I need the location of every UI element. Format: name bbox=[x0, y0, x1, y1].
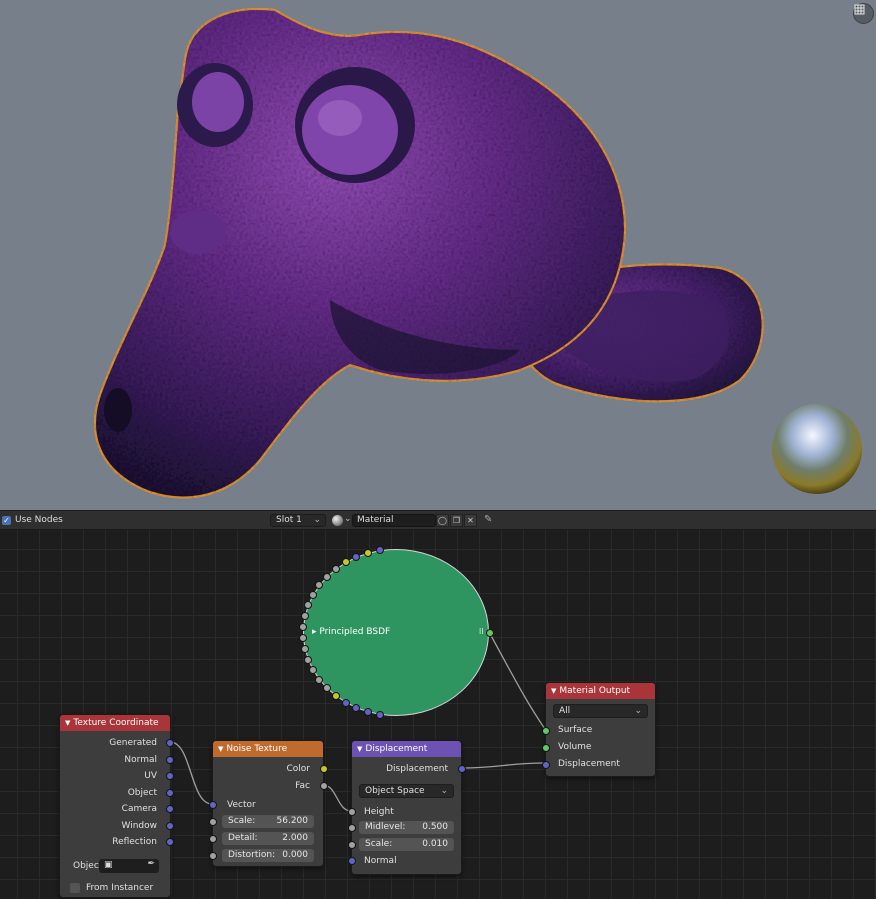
slot-dropdown[interactable]: Slot 1 ⌄ bbox=[270, 514, 326, 527]
socket-fac[interactable] bbox=[320, 782, 328, 790]
bsdf-input-socket[interactable] bbox=[300, 611, 309, 620]
bsdf-input-socket[interactable] bbox=[363, 548, 372, 557]
duplicate-icon[interactable]: ❐ bbox=[450, 514, 463, 527]
texture-coordinate-node[interactable]: ▼ Texture Coordinate Generated Normal UV … bbox=[59, 714, 174, 898]
socket-window[interactable] bbox=[166, 822, 174, 830]
output-normal: Normal bbox=[124, 755, 157, 765]
distortion-field[interactable]: Distortion: 0.000 bbox=[222, 849, 314, 862]
node-editor-canvas[interactable]: ▸ Principled BSDF ll ▼ Texture Coordinate… bbox=[0, 530, 876, 899]
socket-height[interactable] bbox=[348, 808, 356, 816]
bsdf-input-socket[interactable] bbox=[375, 710, 384, 719]
socket-midlevel[interactable] bbox=[348, 824, 356, 832]
bsdf-input-socket[interactable] bbox=[363, 708, 372, 717]
material-name: Material bbox=[357, 515, 394, 525]
noise-texture-header[interactable]: ▼ Noise Texture bbox=[213, 741, 323, 757]
chevron-down-icon: ⌄ bbox=[313, 515, 321, 525]
bsdf-input-socket[interactable] bbox=[341, 558, 350, 567]
use-nodes-checkbox[interactable]: ✓ bbox=[2, 516, 11, 525]
chevron-down-icon: ⌄ bbox=[634, 706, 642, 716]
link-displacement-displacement bbox=[460, 762, 546, 769]
viewport-render bbox=[94, 8, 862, 499]
output-camera: Camera bbox=[121, 804, 157, 814]
principled-bsdf-title: ▸ Principled BSDF bbox=[312, 627, 391, 637]
from-instancer-label: From Instancer bbox=[86, 883, 154, 893]
bsdf-input-socket[interactable] bbox=[308, 665, 317, 674]
socket-uv[interactable] bbox=[166, 772, 174, 780]
slot-label: Slot 1 bbox=[276, 515, 302, 525]
socket-distortion[interactable] bbox=[209, 852, 217, 860]
output-color: Color bbox=[286, 764, 311, 774]
socket-color[interactable] bbox=[320, 765, 328, 773]
shield-icon[interactable]: ◯ bbox=[436, 514, 449, 527]
input-normal: Normal bbox=[364, 856, 397, 866]
socket-vector[interactable] bbox=[209, 801, 217, 809]
material-name-field[interactable]: Material bbox=[352, 514, 436, 527]
socket-detail[interactable] bbox=[209, 835, 217, 843]
chevron-down-icon: ⌄ bbox=[440, 786, 448, 796]
socket-displacement-out[interactable] bbox=[458, 765, 466, 773]
socket-scale[interactable] bbox=[209, 818, 217, 826]
input-height: Height bbox=[364, 807, 394, 817]
socket-normal[interactable] bbox=[166, 756, 174, 764]
bsdf-input-socket[interactable] bbox=[300, 645, 309, 654]
bsdf-input-socket[interactable] bbox=[315, 675, 324, 684]
texture-coordinate-header[interactable]: ▼ Texture Coordinate bbox=[60, 715, 170, 731]
socket-volume[interactable] bbox=[542, 744, 550, 752]
displacement-scale-field[interactable]: Scale: 0.010 bbox=[359, 838, 454, 851]
scale-field[interactable]: Scale: 56.200 bbox=[222, 815, 314, 828]
close-icon[interactable]: ✕ bbox=[464, 514, 477, 527]
output-displacement: Displacement bbox=[386, 764, 448, 774]
chevron-down-icon: ⌄ bbox=[344, 514, 352, 524]
grid-view-icon[interactable] bbox=[853, 3, 874, 24]
detail-field[interactable]: Detail: 2.000 bbox=[222, 832, 314, 845]
socket-normal-in[interactable] bbox=[348, 857, 356, 865]
socket-surface[interactable] bbox=[542, 727, 550, 735]
bsdf-output-marker: ll bbox=[479, 627, 484, 636]
link-bsdf-surface bbox=[488, 631, 546, 730]
3d-viewport[interactable] bbox=[0, 0, 876, 510]
hdri-preview-sphere bbox=[772, 404, 862, 494]
socket-object[interactable] bbox=[166, 789, 174, 797]
target-dropdown[interactable]: All ⌄ bbox=[553, 704, 648, 718]
material-sphere-icon[interactable] bbox=[332, 515, 343, 526]
material-output-header[interactable]: ▼ Material Output bbox=[546, 683, 655, 699]
bsdf-output-socket[interactable] bbox=[486, 629, 494, 637]
input-volume: Volume bbox=[558, 742, 592, 752]
midlevel-field[interactable]: Midlevel: 0.500 bbox=[359, 821, 454, 834]
pin-icon[interactable]: ✎ bbox=[484, 514, 492, 525]
output-uv: UV bbox=[144, 771, 157, 781]
node-editor-header: ✓ Use Nodes Slot 1 ⌄ ⌄ Material ◯ ❐ ✕ ✎ bbox=[0, 510, 876, 530]
object-field[interactable]: ▣ ✒ bbox=[99, 859, 159, 873]
link-fac-height bbox=[322, 784, 352, 812]
socket-camera[interactable] bbox=[166, 805, 174, 813]
bsdf-input-socket[interactable] bbox=[308, 591, 317, 600]
input-vector: Vector bbox=[227, 800, 256, 810]
noise-texture-node[interactable]: ▼ Noise Texture Color Fac Vector Scale: 56… bbox=[209, 740, 328, 867]
link-generated-vector bbox=[169, 741, 213, 805]
bsdf-input-socket[interactable] bbox=[331, 692, 340, 701]
eyedropper-icon[interactable]: ✒ bbox=[147, 859, 155, 869]
material-output-node[interactable]: ▼ Material Output All ⌄ Surface Volume Dis… bbox=[542, 682, 656, 777]
socket-generated[interactable] bbox=[166, 739, 174, 747]
use-nodes-label: Use Nodes bbox=[15, 515, 63, 525]
bsdf-input-socket[interactable] bbox=[331, 564, 340, 573]
output-fac: Fac bbox=[295, 781, 310, 791]
input-surface: Surface bbox=[558, 725, 593, 735]
socket-reflection[interactable] bbox=[166, 838, 174, 846]
space-dropdown[interactable]: Object Space ⌄ bbox=[359, 784, 454, 798]
displacement-node[interactable]: ▼ Displacement Displacement Object Space ⌄… bbox=[348, 740, 466, 875]
bsdf-input-socket[interactable] bbox=[304, 655, 313, 664]
output-object: Object bbox=[127, 788, 157, 798]
socket-displacement-in[interactable] bbox=[542, 761, 550, 769]
bsdf-input-socket[interactable] bbox=[322, 572, 331, 581]
bsdf-input-socket[interactable] bbox=[341, 698, 350, 707]
output-generated: Generated bbox=[109, 738, 157, 748]
output-reflection: Reflection bbox=[112, 837, 157, 847]
output-window: Window bbox=[121, 821, 158, 831]
socket-scale[interactable] bbox=[348, 841, 356, 849]
input-displacement: Displacement bbox=[558, 759, 620, 769]
object-icon: ▣ bbox=[104, 860, 113, 870]
displacement-header[interactable]: ▼ Displacement bbox=[352, 741, 461, 757]
